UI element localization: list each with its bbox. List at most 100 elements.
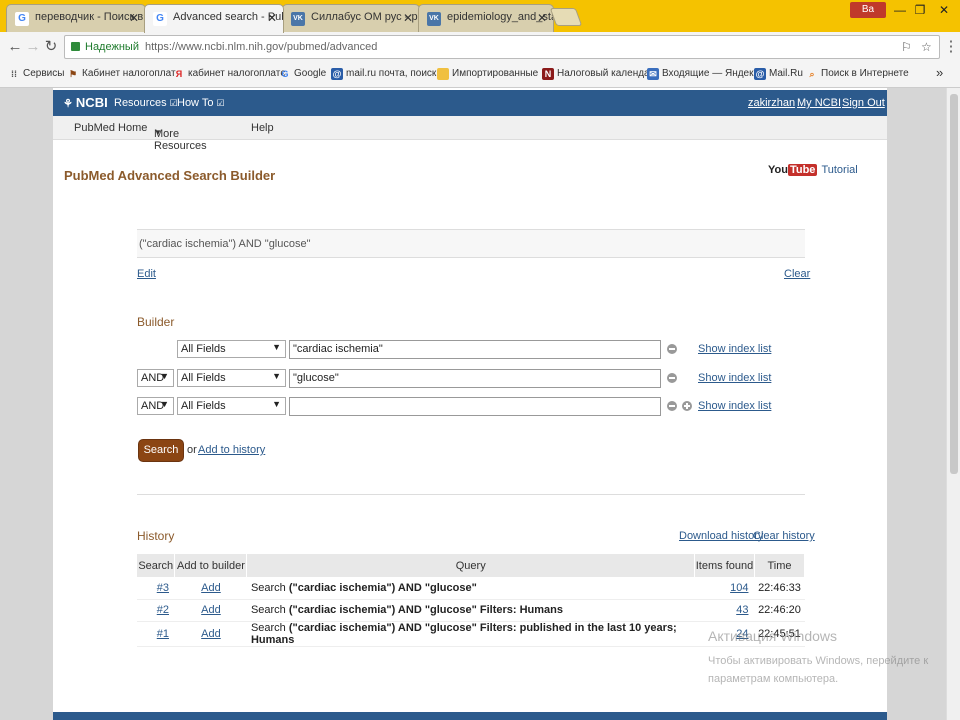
field-select[interactable]: All Fields ▼ bbox=[177, 340, 286, 358]
address-bar[interactable]: Надежный https://www.ncbi.nlm.nih.gov/pu… bbox=[64, 35, 940, 59]
field-select[interactable]: All Fields ▼ bbox=[177, 369, 286, 387]
column-header[interactable]: Query bbox=[246, 554, 696, 577]
close-icon[interactable]: ✕ bbox=[267, 11, 277, 25]
clear-history-link[interactable]: Clear history bbox=[753, 530, 815, 542]
vertical-scrollbar[interactable] bbox=[946, 88, 960, 720]
add-to-builder-link[interactable]: Add bbox=[201, 582, 221, 594]
reload-icon[interactable]: ↻ bbox=[42, 38, 60, 56]
bookmark-item[interactable]: G Google bbox=[279, 68, 326, 79]
window-close-icon[interactable]: ✕ bbox=[930, 0, 958, 20]
history-query: ("cardiac ischemia") AND "glucose" bbox=[288, 581, 477, 594]
google-icon: G bbox=[281, 69, 289, 79]
field-select[interactable]: All Fields ▼ bbox=[177, 397, 286, 415]
bookmark-item[interactable]: ⌕ Поиск в Интернете bbox=[806, 68, 908, 79]
pubmed-page: ⚘ NCBI Resources ☑ How To ☑ zakirzhan My… bbox=[53, 88, 887, 720]
bookmark-item[interactable]: ✉ Входящие — Яндекс bbox=[647, 68, 759, 80]
google-favicon-icon: G bbox=[153, 12, 167, 26]
remove-row-icon[interactable] bbox=[667, 344, 677, 354]
google-favicon-icon: G bbox=[15, 12, 29, 26]
vk-favicon-icon: VK bbox=[291, 12, 305, 26]
browser-tab-3[interactable]: VK Силлабус ОМ рус - рабо ✕ bbox=[282, 4, 420, 32]
items-found-link[interactable]: 43 bbox=[736, 604, 748, 616]
youtube-tutorial-link[interactable]: You Tube Tutorial bbox=[768, 164, 858, 176]
column-header[interactable]: Time bbox=[754, 554, 806, 577]
resources-menu[interactable]: Resources ☑ bbox=[114, 97, 178, 109]
sign-out-link[interactable]: Sign Out bbox=[842, 97, 885, 109]
mail-inbox-icon: ✉ bbox=[647, 68, 659, 80]
bookmark-item[interactable]: ⚑ Кабинет налогоплат bbox=[67, 68, 176, 79]
bookmark-item[interactable]: ⁞⁞ Сервисы bbox=[8, 68, 64, 79]
table-row: #2 Add Search ("cardiac ischemia") AND "… bbox=[137, 599, 805, 622]
items-found-link[interactable]: 104 bbox=[730, 582, 748, 594]
clear-link[interactable]: Clear bbox=[784, 268, 810, 280]
caret-down-icon: ▼ bbox=[272, 371, 281, 381]
bookmark-item[interactable]: N Налоговый календар bbox=[542, 68, 655, 80]
browser-tab-4[interactable]: VK epidemiology_and_statis ✕ bbox=[418, 4, 554, 32]
new-tab-button[interactable] bbox=[549, 8, 583, 26]
caret-down-icon: ▼ bbox=[160, 371, 169, 381]
help-link[interactable]: Help bbox=[251, 122, 274, 134]
boolean-select[interactable]: AND ▼ bbox=[137, 397, 174, 415]
browser-toolbar: ← → ↻ Надежный https://www.ncbi.nlm.nih.… bbox=[0, 32, 960, 62]
bookmark-item[interactable]: @ Mail.Ru bbox=[754, 68, 803, 80]
download-history-link[interactable]: Download history bbox=[679, 530, 763, 542]
windows-activation-text: Чтобы активировать Windows, перейдите к … bbox=[708, 655, 929, 685]
bookmarks-overflow-button[interactable]: » bbox=[936, 65, 943, 80]
bookmark-star-icon[interactable]: ☆ bbox=[921, 40, 932, 54]
my-ncbi-link[interactable]: My NCBI bbox=[797, 97, 841, 109]
browser-tab-2[interactable]: G Advanced search - PubM ✕ bbox=[144, 4, 284, 33]
profile-button[interactable]: Ва bbox=[850, 2, 886, 18]
column-header[interactable]: Search bbox=[137, 554, 176, 577]
show-index-link[interactable]: Show index list bbox=[698, 400, 771, 412]
back-icon[interactable]: ← bbox=[6, 38, 24, 56]
search-term-input[interactable]: "cardiac ischemia" bbox=[289, 340, 661, 359]
translate-icon[interactable]: ⚐ bbox=[901, 40, 912, 54]
edit-link[interactable]: Edit bbox=[137, 268, 156, 280]
bookmark-item[interactable]: @ mail.ru почта, поиск bbox=[331, 68, 436, 80]
remove-row-icon[interactable] bbox=[667, 373, 677, 383]
pubmed-subnav: PubMed Home More Resources ▼ Help bbox=[53, 116, 887, 152]
bookmark-item[interactable]: Импортированные bbox=[437, 68, 538, 80]
windows-activation-title: Активация Windows bbox=[708, 628, 838, 644]
column-header[interactable]: Add to builder bbox=[174, 554, 248, 577]
show-index-link[interactable]: Show index list bbox=[698, 343, 771, 355]
history-search-number[interactable]: #3 bbox=[157, 582, 169, 594]
add-to-history-link[interactable]: Add to history bbox=[198, 444, 265, 456]
search-term-input[interactable] bbox=[289, 397, 661, 416]
menu-icon[interactable]: ⋮ bbox=[942, 38, 960, 56]
forward-icon[interactable]: → bbox=[24, 38, 42, 56]
search-button[interactable]: Search bbox=[138, 439, 184, 462]
bookmark-item[interactable]: Якабинет налогоплатє bbox=[173, 68, 286, 79]
close-icon[interactable]: ✕ bbox=[403, 11, 413, 25]
history-query: ("cardiac ischemia") AND "glucose" bbox=[288, 604, 477, 616]
add-to-builder-link[interactable]: Add bbox=[201, 604, 221, 616]
vk-favicon-icon: VK bbox=[427, 12, 441, 26]
boolean-select[interactable]: AND ▼ bbox=[137, 369, 174, 387]
youtube-logo-tube: Tube bbox=[787, 164, 818, 176]
browser-tab-1[interactable]: G переводчик - Поиск в G ✕ bbox=[6, 4, 146, 32]
remove-row-icon[interactable] bbox=[667, 401, 677, 411]
query-preview[interactable]: ("cardiac ischemia") AND "glucose" bbox=[137, 229, 805, 258]
url-text[interactable]: https://www.ncbi.nlm.nih.gov/pubmed/adva… bbox=[145, 41, 377, 53]
history-search-number[interactable]: #2 bbox=[157, 604, 169, 616]
apps-icon: ⁞⁞ bbox=[11, 69, 17, 79]
or-text: or bbox=[187, 444, 197, 456]
show-index-link[interactable]: Show index list bbox=[698, 372, 771, 384]
page-title: PubMed Advanced Search Builder bbox=[64, 168, 276, 183]
mailru-icon: @ bbox=[331, 68, 343, 80]
howto-menu[interactable]: How To ☑ bbox=[177, 97, 225, 109]
column-header[interactable]: Items found bbox=[694, 554, 755, 577]
history-query: ("cardiac ischemia") AND "glucose" bbox=[288, 621, 477, 634]
history-search-number[interactable]: #1 bbox=[157, 628, 169, 640]
search-term-input[interactable]: "glucose" bbox=[289, 369, 661, 388]
user-link[interactable]: zakirzhan bbox=[748, 97, 795, 109]
tax-cabinet-icon: ⚑ bbox=[68, 69, 78, 79]
pubmed-home-link[interactable]: PubMed Home bbox=[74, 122, 147, 134]
yandex-icon: Я bbox=[175, 69, 183, 79]
add-to-builder-link[interactable]: Add bbox=[201, 628, 221, 640]
close-icon[interactable]: ✕ bbox=[129, 11, 139, 25]
ncbi-logo[interactable]: ⚘ NCBI bbox=[63, 95, 108, 110]
add-row-icon[interactable] bbox=[682, 401, 692, 411]
scroll-thumb[interactable] bbox=[950, 94, 958, 474]
close-icon[interactable]: ✕ bbox=[537, 11, 547, 25]
